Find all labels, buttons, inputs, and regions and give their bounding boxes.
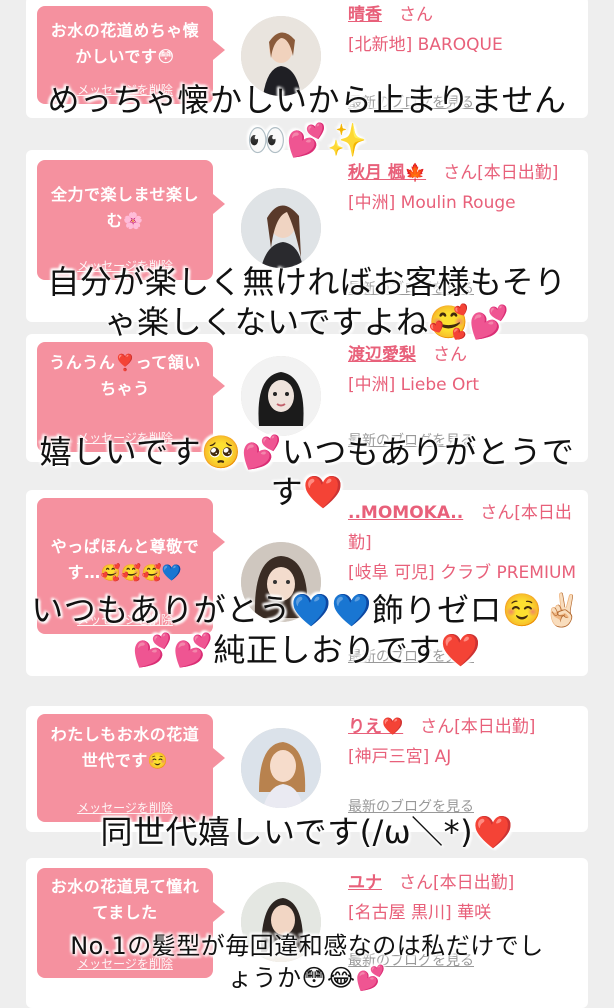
shop-name[interactable]: [中洲] Moulin Rouge [348,188,578,218]
caption-line: 自分が楽しく無ければお客様もそり [47,263,567,301]
caption-line: めっちゃ懐かしいから止まりません [47,81,567,119]
caption-overlay: No.1の髪型が毎回違和感なのは私だけでし ょうか😳😂💕 [0,930,614,994]
caption-line: 同世代嬉しいです(/ω＼*)❤️ [100,813,514,851]
caption-overlay: いつもありがとう💙💙飾りゼロ☺️✌🏻 💕💕純正しおりです❤️ [0,590,614,670]
caption-overlay: 自分が楽しく無ければお客様もそり ゃ楽しくないですよね🥰💕 [0,262,614,342]
cast-name[interactable]: 秋月 楓🍁 [348,163,426,183]
honorific: さん [399,873,433,893]
shop-name[interactable]: [岐阜 可児] クラブ PREMIUM [348,558,578,588]
shop-name[interactable]: [北新地] BAROQUE [348,30,578,60]
cast-info: りえ❤️ さん[本日出勤] [神戸三宮] AJ [348,712,578,772]
caption-overlay: めっちゃ懐かしいから止まりません 👀💕✨ [0,80,614,160]
caption-line: 嬉しいです🥺💕いつもありがとうで [39,433,575,471]
caption-overlay: 同世代嬉しいです(/ω＼*)❤️ [0,812,614,852]
status-badge: [本日出勤] [454,717,536,737]
cast-info: 晴香 さん [北新地] BAROQUE [348,0,578,60]
avatar[interactable] [241,356,321,436]
message-text: お水の花道見て憧れてました [50,877,200,922]
caption-line: ょうか😳😂💕 [228,964,386,992]
cast-name[interactable]: 晴香 [348,5,382,25]
cast-name[interactable]: りえ❤️ [348,717,403,737]
shop-name[interactable]: [中洲] Liebe Ort [348,370,578,400]
message-text: 全力で楽しませ楽しむ🌸 [50,185,200,230]
honorific: さん [443,163,478,183]
avatar[interactable] [241,188,321,268]
honorific: さん [433,345,467,365]
status-badge: [本日出勤] [477,163,559,183]
avatar[interactable] [241,728,321,808]
caption-line: No.1の髪型が毎回違和感なのは私だけでし [70,932,544,960]
message-bubble: わたしもお水の花道世代です☺️ メッセージを削除 [37,714,225,822]
caption-line: ゃ楽しくないですよね🥰💕 [104,303,510,341]
cast-info: ユナ さん[本日出勤] [名古屋 黒川] 華咲 [348,868,578,928]
message-text: わたしもお水の花道世代です☺️ [50,725,200,770]
shop-name[interactable]: [名古屋 黒川] 華咲 [348,898,578,928]
caption-line: す❤️ [270,473,344,511]
shop-name[interactable]: [神戸三宮] AJ [348,742,578,772]
caption-line: 👀💕✨ [246,121,368,159]
status-badge: [本日出勤] [433,873,515,893]
caption-overlay: 嬉しいです🥺💕いつもありがとうで す❤️ [0,432,614,512]
caption-line: 💕💕純正しおりです❤️ [132,631,482,669]
message-text: やっぱほんと尊敬です…🥰🥰🥰💙 [50,537,200,582]
caption-line: いつもありがとう💙💙飾りゼロ☺️✌🏻 [31,591,583,629]
honorific: さん [399,5,433,25]
cast-info: 秋月 楓🍁 さん[本日出勤] [中洲] Moulin Rouge [348,158,578,218]
cast-info: 渡辺愛梨 さん [中洲] Liebe Ort [348,340,578,400]
cast-name[interactable]: 渡辺愛梨 [348,345,416,365]
message-text: お水の花道めちゃ懐かしいです😳 [50,21,200,66]
honorific: さん [420,717,455,737]
message-text: うんうん❣️って頷いちゃう [49,353,201,398]
cast-name[interactable]: ユナ [348,873,382,893]
